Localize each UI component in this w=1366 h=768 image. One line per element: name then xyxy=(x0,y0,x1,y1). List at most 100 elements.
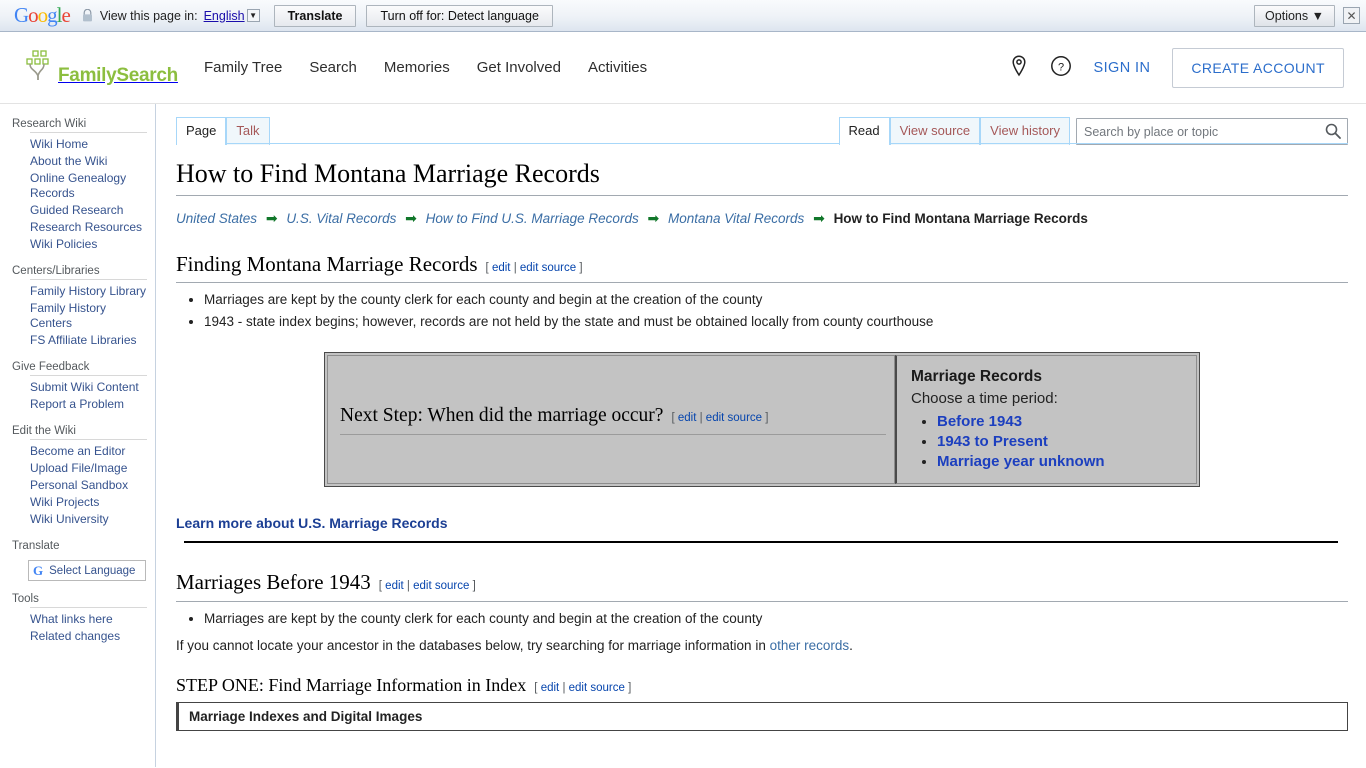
sidebar-group-title-translate: Translate xyxy=(12,540,60,552)
nav-item-get-involved[interactable]: Get Involved xyxy=(477,59,561,76)
list-item: Family History Library xyxy=(30,283,147,300)
map-pin-icon[interactable] xyxy=(1010,55,1028,80)
breadcrumb-item-montana-vital-records[interactable]: Montana Vital Records xyxy=(668,211,804,226)
option-before-1943[interactable]: Before 1943 xyxy=(937,413,1022,430)
sidebar-item-upload-file-image[interactable]: Upload File/Image xyxy=(30,460,147,477)
page-body: Research Wiki Wiki Home About the Wiki O… xyxy=(0,104,1366,767)
list-item: FS Affiliate Libraries xyxy=(30,332,147,349)
close-icon[interactable]: ✕ xyxy=(1343,7,1360,24)
edit-link[interactable]: edit xyxy=(541,682,560,694)
chevron-down-icon: ▼ xyxy=(1311,8,1324,23)
option-marriage-year-unknown[interactable]: Marriage year unknown xyxy=(937,453,1105,470)
bracket-close: ] xyxy=(765,411,769,424)
sidebar-item-what-links-here[interactable]: What links here xyxy=(30,611,147,628)
sidebar-group-title-tools: Tools xyxy=(12,593,39,605)
sidebar-item-family-history-library[interactable]: Family History Library xyxy=(30,283,147,300)
edit-source-link[interactable]: edit source xyxy=(413,580,469,592)
brand-name: FamilySearch xyxy=(58,65,178,86)
pipe-separator: | xyxy=(513,262,517,275)
marriage-records-title: Marriage Records xyxy=(911,368,1042,386)
select-language-widget[interactable]: G Select Language xyxy=(28,560,146,581)
list-item: Guided Research xyxy=(30,202,147,219)
article-body: How to Find Montana Marriage Records Uni… xyxy=(176,144,1348,732)
tab-read[interactable]: Read xyxy=(838,117,890,145)
marriage-indexes-box: Marriage Indexes and Digital Images xyxy=(176,702,1348,732)
arrow-right-icon: ➡ xyxy=(265,210,278,227)
sidebar-item-guided-research[interactable]: Guided Research xyxy=(30,202,147,219)
google-logo: Google xyxy=(14,3,71,27)
sidebar-item-wiki-university[interactable]: Wiki University xyxy=(30,511,147,528)
sidebar-item-wiki-policies[interactable]: Wiki Policies xyxy=(30,236,147,253)
sidebar-item-report-a-problem[interactable]: Report a Problem xyxy=(30,396,147,413)
decision-box: Next Step: When did the marriage occur? [… xyxy=(324,352,1200,488)
decision-question-text: Next Step: When did the marriage occur? xyxy=(340,404,664,426)
tab-view-source[interactable]: View source xyxy=(889,117,981,145)
sidebar-item-personal-sandbox[interactable]: Personal Sandbox xyxy=(30,477,147,494)
nav-item-memories[interactable]: Memories xyxy=(384,59,450,76)
sidebar-item-related-changes[interactable]: Related changes xyxy=(30,628,147,645)
edit-source-link[interactable]: edit source xyxy=(706,412,762,424)
other-records-link[interactable]: other records xyxy=(770,638,850,653)
primary-nav: Family Tree Search Memories Get Involved… xyxy=(204,59,647,76)
sidebar-item-online-genealogy-records[interactable]: Online Genealogy Records xyxy=(30,170,147,202)
bracket-close: ] xyxy=(579,262,583,275)
sidebar-item-submit-wiki-content[interactable]: Submit Wiki Content xyxy=(30,379,147,396)
sidebar-item-fs-affiliate-libraries[interactable]: FS Affiliate Libraries xyxy=(30,332,147,349)
arrow-right-icon: ➡ xyxy=(647,210,660,227)
search-input[interactable] xyxy=(1076,118,1348,145)
edit-link[interactable]: edit xyxy=(678,412,697,424)
list-item: Upload File/Image xyxy=(30,460,147,477)
sidebar-item-family-history-centers[interactable]: Family History Centers xyxy=(30,300,147,332)
sidebar-item-about-the-wiki[interactable]: About the Wiki xyxy=(30,153,147,170)
list-item: 1943 - state index begins; however, reco… xyxy=(204,312,1348,332)
svg-text:?: ? xyxy=(1057,62,1063,74)
sidebar-group-tools: What links here Related changes xyxy=(30,607,147,645)
help-circle-icon[interactable]: ? xyxy=(1050,55,1072,80)
breadcrumb-item-how-to-find-us-marriage-records[interactable]: How to Find U.S. Marriage Records xyxy=(426,211,639,226)
familysearch-logo[interactable]: FamilySearch xyxy=(22,48,178,87)
tab-talk[interactable]: Talk xyxy=(226,117,270,145)
nav-item-activities[interactable]: Activities xyxy=(588,59,647,76)
chevron-down-icon[interactable]: ▼ xyxy=(246,9,260,22)
tab-page[interactable]: Page xyxy=(176,117,227,145)
list-item: Become an Editor xyxy=(30,443,147,460)
google-translate-bar: Google View this page in: English ▼ Tran… xyxy=(0,0,1366,32)
search-container xyxy=(1076,118,1348,145)
pipe-separator: | xyxy=(406,580,410,593)
breadcrumb: United States ➡ U.S. Vital Records ➡ How… xyxy=(176,200,1348,235)
sidebar-item-wiki-home[interactable]: Wiki Home xyxy=(30,136,147,153)
nav-item-family-tree[interactable]: Family Tree xyxy=(204,59,282,76)
translate-options-label: Options xyxy=(1265,8,1309,23)
list-item: Family History Centers xyxy=(30,300,147,332)
edit-links: [ edit | edit source ] xyxy=(534,682,631,694)
translate-button[interactable]: Translate xyxy=(273,4,357,27)
edit-link[interactable]: edit xyxy=(492,262,511,274)
sidebar-group-title-give-feedback: Give Feedback xyxy=(12,361,90,373)
edit-source-link[interactable]: edit source xyxy=(569,682,625,694)
divider xyxy=(184,541,1338,544)
sidebar-item-become-an-editor[interactable]: Become an Editor xyxy=(30,443,147,460)
bracket-open: [ xyxy=(378,580,382,593)
edit-source-link[interactable]: edit source xyxy=(520,262,576,274)
create-account-button[interactable]: CREATE ACCOUNT xyxy=(1172,47,1344,88)
breadcrumb-item-united-states[interactable]: United States xyxy=(176,211,257,226)
translate-language-link[interactable]: English xyxy=(204,9,245,23)
list-item: Research Resources xyxy=(30,219,147,236)
family-tree-icon xyxy=(22,48,56,85)
edit-links: [ edit | edit source ] xyxy=(671,412,768,424)
edit-link[interactable]: edit xyxy=(385,580,404,592)
option-1943-to-present[interactable]: 1943 to Present xyxy=(937,433,1048,450)
translate-options-button[interactable]: Options ▼ xyxy=(1254,4,1335,27)
nav-item-search[interactable]: Search xyxy=(309,59,357,76)
learn-more-link[interactable]: Learn more about U.S. Marriage Records xyxy=(176,515,448,531)
google-g-icon: G xyxy=(33,563,44,578)
breadcrumb-item-us-vital-records[interactable]: U.S. Vital Records xyxy=(286,211,396,226)
sign-in-link[interactable]: SIGN IN xyxy=(1094,60,1151,76)
sidebar-item-research-resources[interactable]: Research Resources xyxy=(30,219,147,236)
marriage-records-subtitle: Choose a time period: xyxy=(911,390,1058,408)
tab-view-history[interactable]: View history xyxy=(980,117,1070,145)
list-item: About the Wiki xyxy=(30,153,147,170)
turn-off-translation-button[interactable]: Turn off for: Detect language xyxy=(366,4,553,27)
list-item: Personal Sandbox xyxy=(30,477,147,494)
sidebar-item-wiki-projects[interactable]: Wiki Projects xyxy=(30,494,147,511)
